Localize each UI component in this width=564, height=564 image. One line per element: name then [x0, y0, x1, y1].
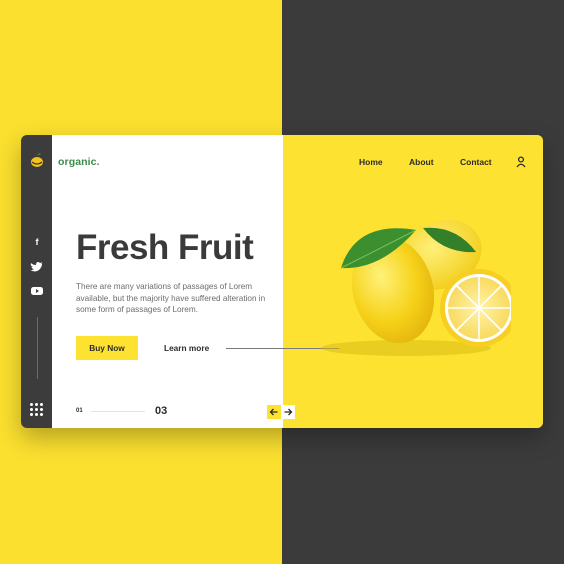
nav-about[interactable]: About [409, 157, 434, 167]
hero-description: There are many variations of passages of… [76, 282, 266, 314]
nav-contact[interactable]: Contact [460, 157, 492, 167]
brand-name[interactable]: organic. [58, 156, 100, 168]
user-icon[interactable] [516, 156, 526, 168]
sidebar-divider [37, 317, 38, 379]
youtube-icon[interactable] [30, 285, 44, 297]
sidebar: f [21, 135, 52, 428]
total-pages: 03 [155, 405, 168, 417]
hero-title: Fresh Fruit [76, 228, 254, 267]
grid-menu-icon[interactable] [30, 403, 44, 417]
nav-home[interactable]: Home [359, 157, 383, 167]
prev-arrow-icon[interactable] [267, 405, 281, 419]
next-arrow-icon[interactable] [281, 405, 295, 419]
pagination-line [91, 411, 145, 412]
learn-more-link[interactable]: Learn more [164, 343, 209, 353]
landing-card: f organic. Home About Contact Fresh Frui… [21, 135, 543, 428]
current-page: 01 [76, 408, 83, 414]
twitter-icon[interactable] [30, 261, 44, 273]
facebook-icon[interactable]: f [30, 236, 44, 248]
lemons-image [321, 220, 511, 356]
buy-now-button[interactable]: Buy Now [76, 336, 138, 360]
lemon-logo-icon[interactable] [30, 152, 44, 168]
